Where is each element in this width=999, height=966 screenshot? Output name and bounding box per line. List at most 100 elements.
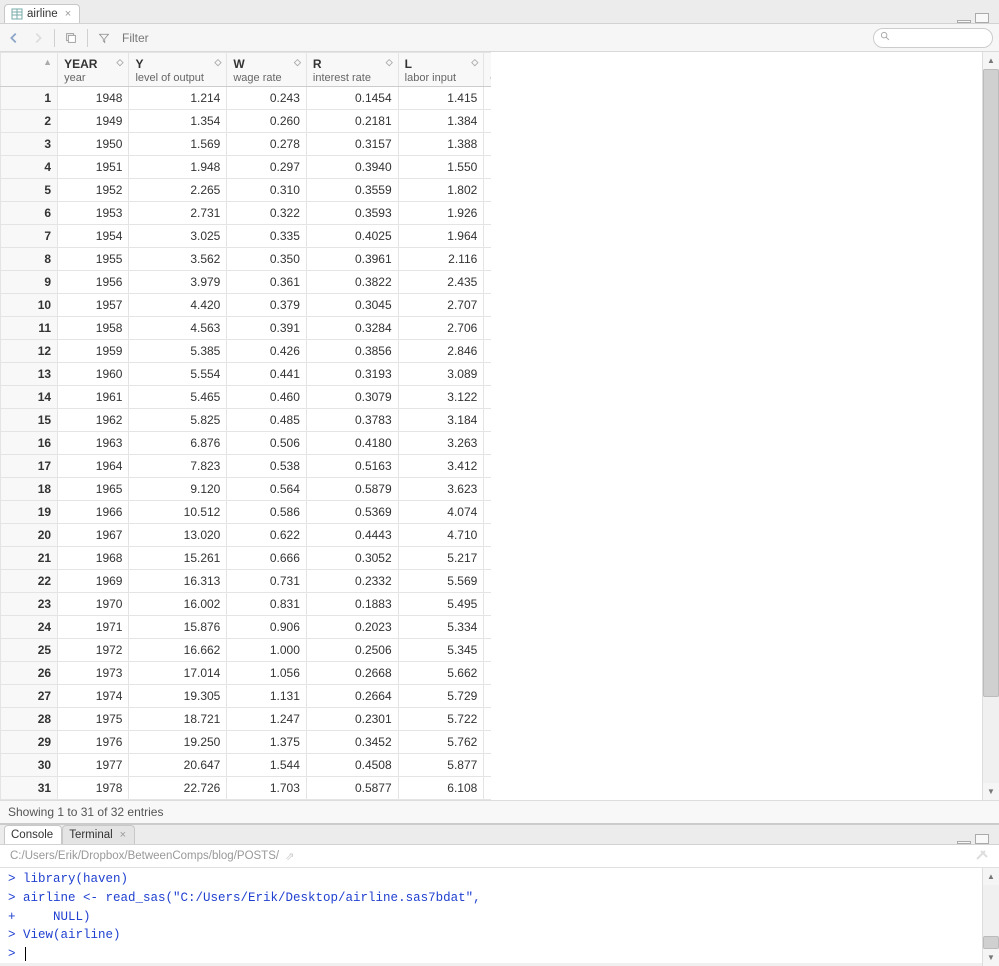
cell-w[interactable]: 0.361 [227, 271, 307, 294]
search-box[interactable] [873, 28, 993, 48]
cell-l[interactable]: 1.926 [398, 202, 484, 225]
cell-year[interactable]: 1968 [58, 547, 129, 570]
cell-r[interactable]: 0.3157 [306, 133, 398, 156]
cell-k[interactable]: 7.474 [484, 754, 491, 777]
cell-l[interactable]: 1.550 [398, 156, 484, 179]
cell-l[interactable]: 4.710 [398, 524, 484, 547]
cell-year[interactable]: 1972 [58, 639, 129, 662]
vertical-scrollbar[interactable]: ▲ ▼ [982, 52, 999, 800]
clear-console-icon[interactable] [975, 849, 989, 863]
cell-r[interactable]: 0.4508 [306, 754, 398, 777]
cell-l[interactable]: 5.334 [398, 616, 484, 639]
cell-w[interactable]: 1.000 [227, 639, 307, 662]
cell-k[interactable]: 0.776 [484, 225, 491, 248]
cell-l[interactable]: 5.729 [398, 685, 484, 708]
cell-y[interactable]: 5.825 [129, 409, 227, 432]
column-header-l[interactable]: Llabor input◇ [398, 53, 484, 87]
cell-year[interactable]: 1976 [58, 731, 129, 754]
cell-w[interactable]: 0.506 [227, 432, 307, 455]
cell-y[interactable]: 5.554 [129, 363, 227, 386]
cell-w[interactable]: 0.297 [227, 156, 307, 179]
cell-k[interactable]: 8.673 [484, 616, 491, 639]
console-scrollbar[interactable]: ▲ ▼ [982, 868, 999, 966]
cell-w[interactable]: 0.243 [227, 87, 307, 110]
cell-l[interactable]: 5.662 [398, 662, 484, 685]
cell-l[interactable]: 5.722 [398, 708, 484, 731]
table-row[interactable]: 719543.0250.3350.40251.9640.776 [1, 225, 492, 248]
cell-year[interactable]: 1952 [58, 179, 129, 202]
forward-icon[interactable] [30, 30, 46, 46]
cell-y[interactable]: 18.721 [129, 708, 227, 731]
table-row[interactable]: 119481.2140.2430.14541.4150.612 [1, 87, 492, 110]
table-row[interactable]: 27197419.3051.1310.26645.7299.508 [1, 685, 492, 708]
table-row[interactable]: 1419615.4650.4600.30793.1221.736 [1, 386, 492, 409]
cell-k[interactable]: 4.767 [484, 547, 491, 570]
cell-w[interactable]: 1.544 [227, 754, 307, 777]
cell-y[interactable]: 1.569 [129, 133, 227, 156]
cell-y[interactable]: 1.214 [129, 87, 227, 110]
column-header-w[interactable]: Wwage rate◇ [227, 53, 307, 87]
cell-y[interactable]: 17.014 [129, 662, 227, 685]
cell-year[interactable]: 1959 [58, 340, 129, 363]
cell-r[interactable]: 0.3284 [306, 317, 398, 340]
cell-r[interactable]: 0.5879 [306, 478, 398, 501]
cell-year[interactable]: 1973 [58, 662, 129, 685]
cell-k[interactable]: 1.997 [484, 455, 491, 478]
cell-y[interactable]: 20.647 [129, 754, 227, 777]
cell-year[interactable]: 1960 [58, 363, 129, 386]
filter-icon[interactable] [96, 30, 112, 46]
cell-r[interactable]: 0.2181 [306, 110, 398, 133]
cell-r[interactable]: 0.4025 [306, 225, 398, 248]
cell-w[interactable]: 0.831 [227, 593, 307, 616]
column-header-k[interactable]: Kcapital input◇ [484, 53, 491, 87]
cell-year[interactable]: 1964 [58, 455, 129, 478]
cell-y[interactable]: 3.025 [129, 225, 227, 248]
cell-k[interactable]: 1.736 [484, 386, 491, 409]
cell-k[interactable]: 2.742 [484, 501, 491, 524]
cell-k[interactable]: 8.331 [484, 639, 491, 662]
cell-r[interactable]: 0.3940 [306, 156, 398, 179]
table-row[interactable]: 30197720.6471.5440.45085.8777.474 [1, 754, 492, 777]
cell-y[interactable]: 2.265 [129, 179, 227, 202]
cell-w[interactable]: 1.703 [227, 777, 307, 800]
cell-k[interactable]: 1.926 [484, 409, 491, 432]
cell-k[interactable]: 3.564 [484, 524, 491, 547]
cell-r[interactable]: 0.1883 [306, 593, 398, 616]
cell-l[interactable]: 2.707 [398, 294, 484, 317]
cell-year[interactable]: 1954 [58, 225, 129, 248]
cell-w[interactable]: 0.564 [227, 478, 307, 501]
table-row[interactable]: 25197216.6621.0000.25065.3458.331 [1, 639, 492, 662]
minimize-pane-button[interactable] [957, 841, 971, 844]
cell-w[interactable]: 0.441 [227, 363, 307, 386]
cell-l[interactable]: 3.122 [398, 386, 484, 409]
cell-l[interactable]: 5.877 [398, 754, 484, 777]
cell-w[interactable]: 1.056 [227, 662, 307, 685]
cell-w[interactable]: 1.131 [227, 685, 307, 708]
minimize-pane-button[interactable] [957, 20, 971, 23]
tab-console[interactable]: Console [4, 825, 62, 844]
cell-year[interactable]: 1956 [58, 271, 129, 294]
cell-y[interactable]: 15.261 [129, 547, 227, 570]
cell-w[interactable]: 1.375 [227, 731, 307, 754]
cell-l[interactable]: 1.415 [398, 87, 484, 110]
cell-year[interactable]: 1953 [58, 202, 129, 225]
filter-label[interactable]: Filter [120, 31, 149, 45]
cell-l[interactable]: 2.706 [398, 317, 484, 340]
cell-y[interactable]: 6.876 [129, 432, 227, 455]
console-working-dir[interactable]: C:/Users/Erik/Dropbox/BetweenComps/blog/… [10, 850, 279, 862]
cell-l[interactable]: 2.846 [398, 340, 484, 363]
cell-y[interactable]: 7.823 [129, 455, 227, 478]
cell-w[interactable]: 0.666 [227, 547, 307, 570]
table-row[interactable]: 1619636.8760.5060.41803.2632.041 [1, 432, 492, 455]
cell-y[interactable]: 3.979 [129, 271, 227, 294]
cell-w[interactable]: 0.731 [227, 570, 307, 593]
cell-l[interactable]: 1.388 [398, 133, 484, 156]
column-header-y[interactable]: Ylevel of output◇ [129, 53, 227, 87]
table-row[interactable]: 1219595.3850.4260.38562.8461.083 [1, 340, 492, 363]
cell-r[interactable]: 0.3193 [306, 363, 398, 386]
cell-y[interactable]: 1.948 [129, 156, 227, 179]
table-row[interactable]: 1519625.8250.4850.37833.1841.926 [1, 409, 492, 432]
close-icon[interactable]: × [120, 829, 126, 841]
back-icon[interactable] [6, 30, 22, 46]
cell-y[interactable]: 13.020 [129, 524, 227, 547]
